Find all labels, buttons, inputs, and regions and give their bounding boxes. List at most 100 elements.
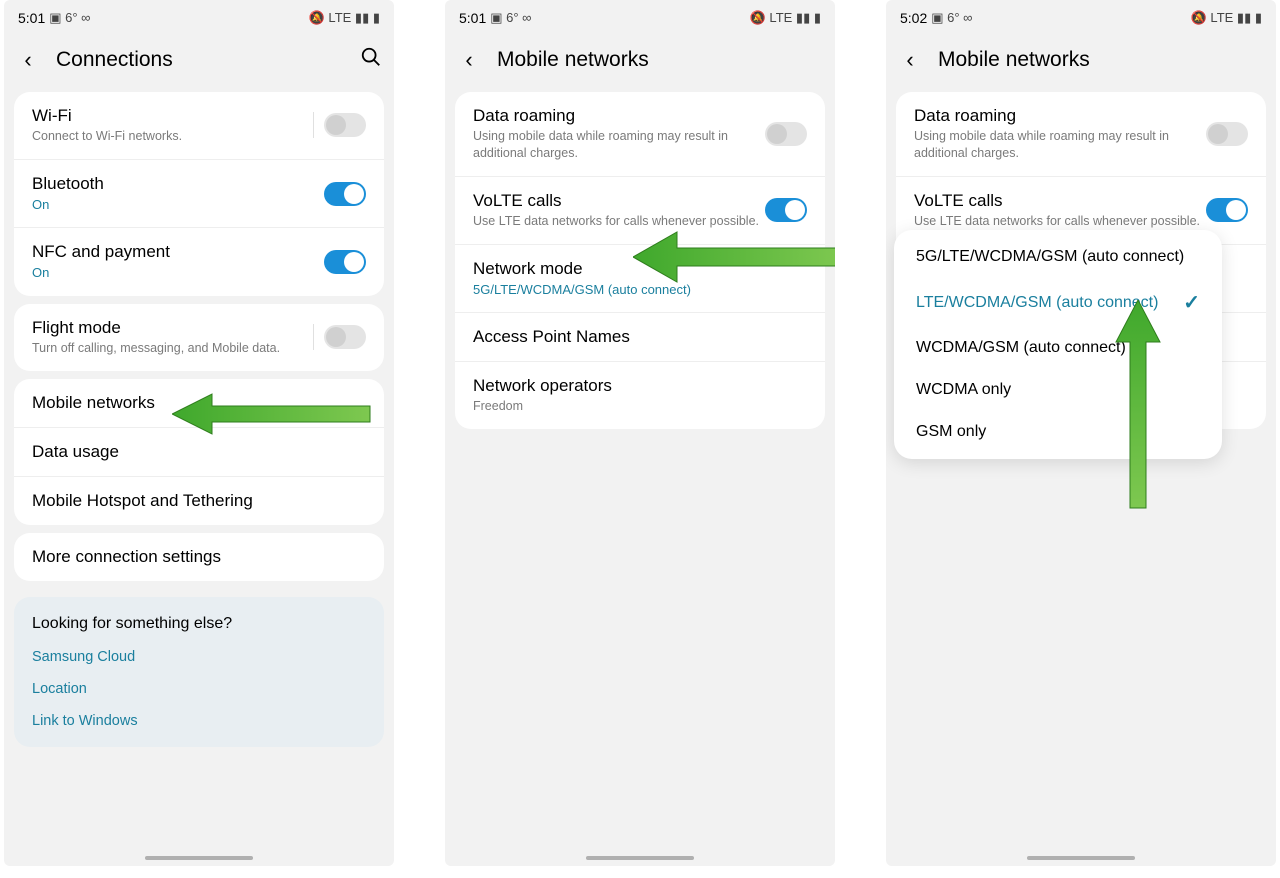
network-mode-option[interactable]: LTE/WCDMA/GSM (auto connect)✓ (894, 278, 1222, 327)
suggest-link-link-to-windows[interactable]: Link to Windows (14, 705, 384, 747)
settings-row[interactable]: More connection settings (14, 533, 384, 581)
settings-row[interactable]: Network operators Freedom (455, 361, 825, 429)
row-title: Network mode (473, 259, 807, 279)
settings-row[interactable]: Flight mode Turn off calling, messaging, … (14, 304, 384, 371)
row-subtitle: Turn off calling, messaging, and Mobile … (32, 340, 313, 357)
row-title: Mobile Hotspot and Tethering (32, 491, 366, 511)
status-left-icons: ▣ 6° ∞ (49, 10, 90, 26)
back-icon[interactable]: ‹ (898, 47, 922, 73)
row-title: Wi-Fi (32, 106, 313, 126)
page-title: Mobile networks (497, 48, 649, 72)
status-left-icons: ▣ 6° ∞ (931, 10, 972, 26)
row-title: NFC and payment (32, 242, 324, 262)
row-subtitle: Using mobile data while roaming may resu… (473, 128, 765, 162)
toggle-switch[interactable] (324, 182, 366, 206)
row-title: VoLTE calls (914, 191, 1206, 211)
row-title: Access Point Names (473, 327, 807, 347)
settings-row[interactable]: Network mode 5G/LTE/WCDMA/GSM (auto conne… (455, 244, 825, 313)
toggle-switch[interactable] (324, 325, 366, 349)
page-title: Mobile networks (938, 48, 1090, 72)
row-title: Mobile networks (32, 393, 366, 413)
phone-screen-network-mode-popup: 5:02 ▣ 6° ∞ 🔕 LTE ▮▮ ▮ ‹ Mobile networks… (886, 0, 1276, 866)
settings-row[interactable]: Mobile networks (14, 379, 384, 427)
row-subtitle: Use LTE data networks for calls whenever… (914, 213, 1206, 230)
row-title: Network operators (473, 376, 807, 396)
row-subtitle: On (32, 264, 324, 282)
phone-screen-connections: 5:01 ▣ 6° ∞ 🔕 LTE ▮▮ ▮ ‹ Connections Wi-… (4, 0, 394, 866)
suggest-link-samsung-cloud[interactable]: Samsung Cloud (14, 641, 384, 673)
network-mode-popup: 5G/LTE/WCDMA/GSM (auto connect) LTE/WCDMA… (894, 230, 1222, 459)
status-left-icons: ▣ 6° ∞ (490, 10, 531, 26)
option-label: WCDMA/GSM (auto connect) (916, 339, 1126, 357)
page-title: Connections (56, 48, 173, 72)
suggestions-heading: Looking for something else? (14, 597, 384, 641)
settings-card: Flight mode Turn off calling, messaging, … (14, 304, 384, 371)
network-mode-option[interactable]: WCDMA/GSM (auto connect) (894, 327, 1222, 369)
row-subtitle: Use LTE data networks for calls whenever… (473, 213, 765, 230)
network-mode-option[interactable]: 5G/LTE/WCDMA/GSM (auto connect) (894, 236, 1222, 278)
option-label: WCDMA only (916, 381, 1011, 399)
toggle-switch[interactable] (765, 122, 807, 146)
row-title: VoLTE calls (473, 191, 765, 211)
settings-row[interactable]: Bluetooth On (14, 159, 384, 228)
settings-row[interactable]: Mobile Hotspot and Tethering (14, 476, 384, 525)
status-left: 5:01 ▣ 6° ∞ (18, 10, 90, 26)
check-icon: ✓ (1183, 290, 1200, 315)
nav-pill[interactable] (1027, 856, 1135, 860)
header: ‹ Mobile networks (445, 36, 835, 84)
toggle-switch[interactable] (1206, 122, 1248, 146)
header: ‹ Mobile networks (886, 36, 1276, 84)
divider (313, 112, 314, 138)
row-subtitle: Freedom (473, 398, 807, 415)
search-icon[interactable] (360, 46, 382, 74)
settings-card: Data roamingUsing mobile data while roam… (455, 92, 825, 429)
status-right-icons: 🔕 LTE ▮▮ ▮ (309, 10, 380, 26)
phone-screen-mobile-networks: 5:01 ▣ 6° ∞ 🔕 LTE ▮▮ ▮ ‹ Mobile networks… (445, 0, 835, 866)
row-title: Data roaming (914, 106, 1206, 126)
status-time: 5:02 (900, 10, 927, 26)
row-subtitle: Using mobile data while roaming may resu… (914, 128, 1206, 162)
back-icon[interactable]: ‹ (457, 47, 481, 73)
toggle-switch[interactable] (1206, 198, 1248, 222)
row-subtitle: Connect to Wi-Fi networks. (32, 128, 313, 145)
network-mode-option[interactable]: WCDMA only (894, 369, 1222, 411)
settings-row[interactable]: Access Point Names (455, 312, 825, 361)
row-title: Flight mode (32, 318, 313, 338)
suggest-link-location[interactable]: Location (14, 673, 384, 705)
nav-pill[interactable] (586, 856, 694, 860)
row-subtitle: On (32, 196, 324, 214)
settings-row[interactable]: Data roamingUsing mobile data while roam… (455, 92, 825, 176)
nav-pill[interactable] (145, 856, 253, 860)
settings-row[interactable]: Data usage (14, 427, 384, 476)
settings-card: Mobile networks Data usage Mobile Hotspot … (14, 379, 384, 525)
status-bar: 5:01 ▣ 6° ∞ 🔕 LTE ▮▮ ▮ (445, 0, 835, 36)
toggle-switch[interactable] (765, 198, 807, 222)
option-label: GSM only (916, 423, 986, 441)
status-right-icons: 🔕 LTE ▮▮ ▮ (750, 10, 821, 26)
status-bar: 5:02 ▣ 6° ∞ 🔕 LTE ▮▮ ▮ (886, 0, 1276, 36)
status-bar: 5:01 ▣ 6° ∞ 🔕 LTE ▮▮ ▮ (4, 0, 394, 36)
row-subtitle: 5G/LTE/WCDMA/GSM (auto connect) (473, 281, 807, 299)
header: ‹ Connections (4, 36, 394, 84)
option-label: 5G/LTE/WCDMA/GSM (auto connect) (916, 248, 1184, 266)
settings-row[interactable]: Wi-Fi Connect to Wi-Fi networks. (14, 92, 384, 159)
row-title: Bluetooth (32, 174, 324, 194)
settings-row[interactable]: VoLTE calls Use LTE data networks for cal… (455, 176, 825, 244)
toggle-switch[interactable] (324, 113, 366, 137)
back-icon[interactable]: ‹ (16, 47, 40, 73)
status-right-icons: 🔕 LTE ▮▮ ▮ (1191, 10, 1262, 26)
row-title: Data usage (32, 442, 366, 462)
divider (313, 324, 314, 350)
row-title: Data roaming (473, 106, 765, 126)
status-time: 5:01 (18, 10, 45, 26)
settings-row[interactable]: Data roamingUsing mobile data while roam… (896, 92, 1266, 176)
network-mode-option[interactable]: GSM only (894, 411, 1222, 453)
settings-row[interactable]: NFC and payment On (14, 227, 384, 296)
settings-card: Wi-Fi Connect to Wi-Fi networks. Bluetooth… (14, 92, 384, 296)
status-left: 5:01 ▣ 6° ∞ (459, 10, 531, 26)
row-title: More connection settings (32, 547, 366, 567)
status-left: 5:02 ▣ 6° ∞ (900, 10, 972, 26)
status-time: 5:01 (459, 10, 486, 26)
toggle-switch[interactable] (324, 250, 366, 274)
settings-card: More connection settings (14, 533, 384, 581)
